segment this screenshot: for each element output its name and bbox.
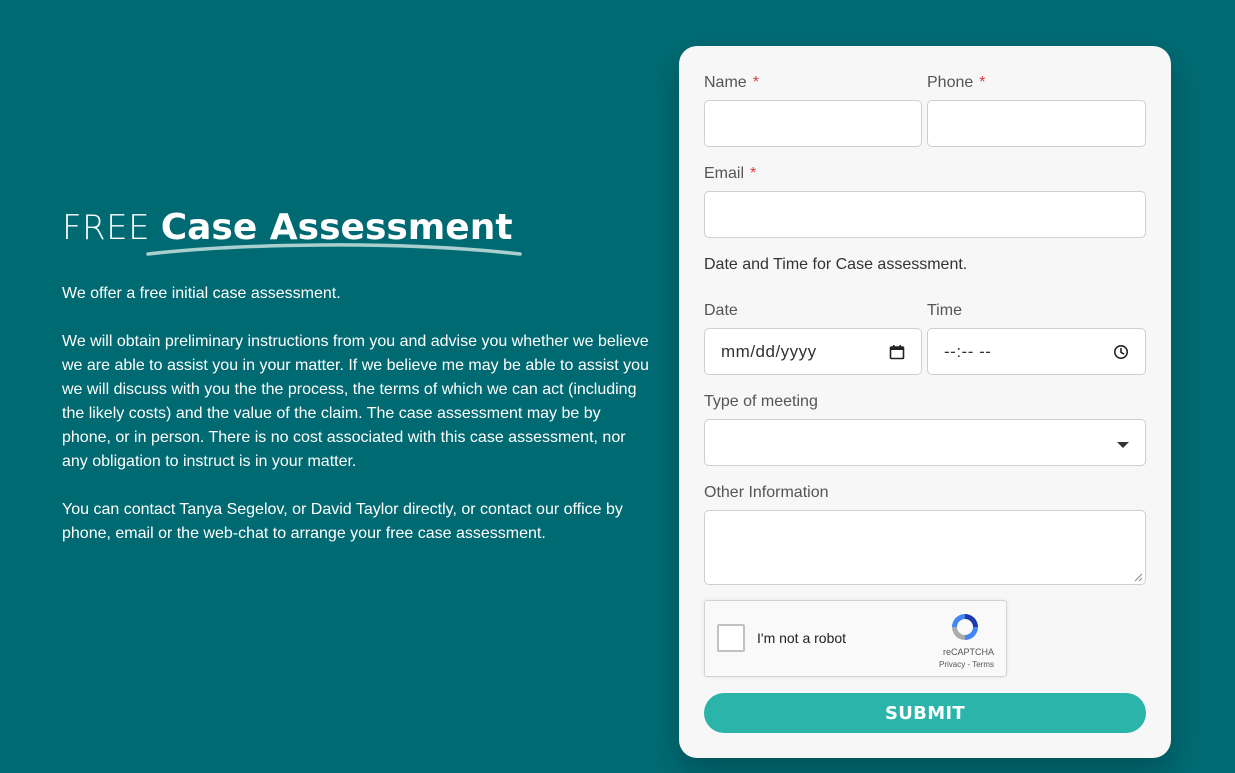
title-underline-swoosh <box>146 243 522 256</box>
calendar-icon[interactable] <box>889 344 905 360</box>
recaptcha-logo-icon <box>952 614 978 640</box>
required-marker: * <box>979 74 986 91</box>
submit-button[interactable]: SUBMIT <box>704 693 1146 733</box>
title-prefix: FREE <box>62 208 151 248</box>
email-label-text: Email <box>704 165 745 182</box>
intro-text: We offer a free initial case assessment.… <box>62 282 652 546</box>
assessment-form-card: Name * Phone * Email * Date and Time for Ca… <box>679 46 1171 758</box>
clock-icon[interactable] <box>1113 344 1129 360</box>
recaptcha-brand: reCAPTCHA <box>942 647 994 657</box>
phone-label: Phone * <box>927 74 986 92</box>
intro-paragraph: We will obtain preliminary instructions … <box>62 333 649 470</box>
meeting-type-select[interactable] <box>704 419 1146 466</box>
recaptcha-checkbox[interactable] <box>717 624 745 652</box>
other-info-textarea[interactable] <box>704 510 1146 585</box>
name-input[interactable] <box>704 100 922 147</box>
recaptcha-links[interactable]: Privacy - Terms <box>939 660 994 669</box>
required-marker: * <box>752 74 759 91</box>
intro-paragraph: You can contact Tanya Segelov, or David … <box>62 501 623 542</box>
time-input[interactable]: --:-- -- <box>927 328 1146 375</box>
name-label: Name * <box>704 74 759 92</box>
intro-section: FREE Case Assessment We offer a free ini… <box>62 200 652 570</box>
datetime-heading: Date and Time for Case assessment. <box>704 256 968 273</box>
meeting-type-label: Type of meeting <box>704 393 818 410</box>
name-label-text: Name <box>704 74 747 91</box>
email-input[interactable] <box>704 191 1146 238</box>
other-info-label: Other Information <box>704 484 829 501</box>
phone-label-text: Phone <box>927 74 974 91</box>
caret-down-icon <box>1117 441 1129 448</box>
email-label: Email * <box>704 165 756 183</box>
resize-grip-icon[interactable] <box>1133 572 1143 582</box>
recaptcha-label: I'm not a robot <box>757 630 847 646</box>
date-placeholder: mm/dd/yyyy <box>721 341 817 361</box>
time-label: Time <box>927 302 962 319</box>
phone-input[interactable] <box>927 100 1146 147</box>
required-marker: * <box>750 165 757 182</box>
page-title: FREE Case Assessment <box>62 200 652 258</box>
date-label: Date <box>704 302 738 319</box>
time-placeholder: --:-- -- <box>944 341 992 361</box>
date-input[interactable]: mm/dd/yyyy <box>704 328 922 375</box>
intro-paragraph: We offer a free initial case assessment. <box>62 285 341 302</box>
recaptcha-widget: I'm not a robot reCAPTCHA Privacy - Term… <box>704 600 1007 677</box>
